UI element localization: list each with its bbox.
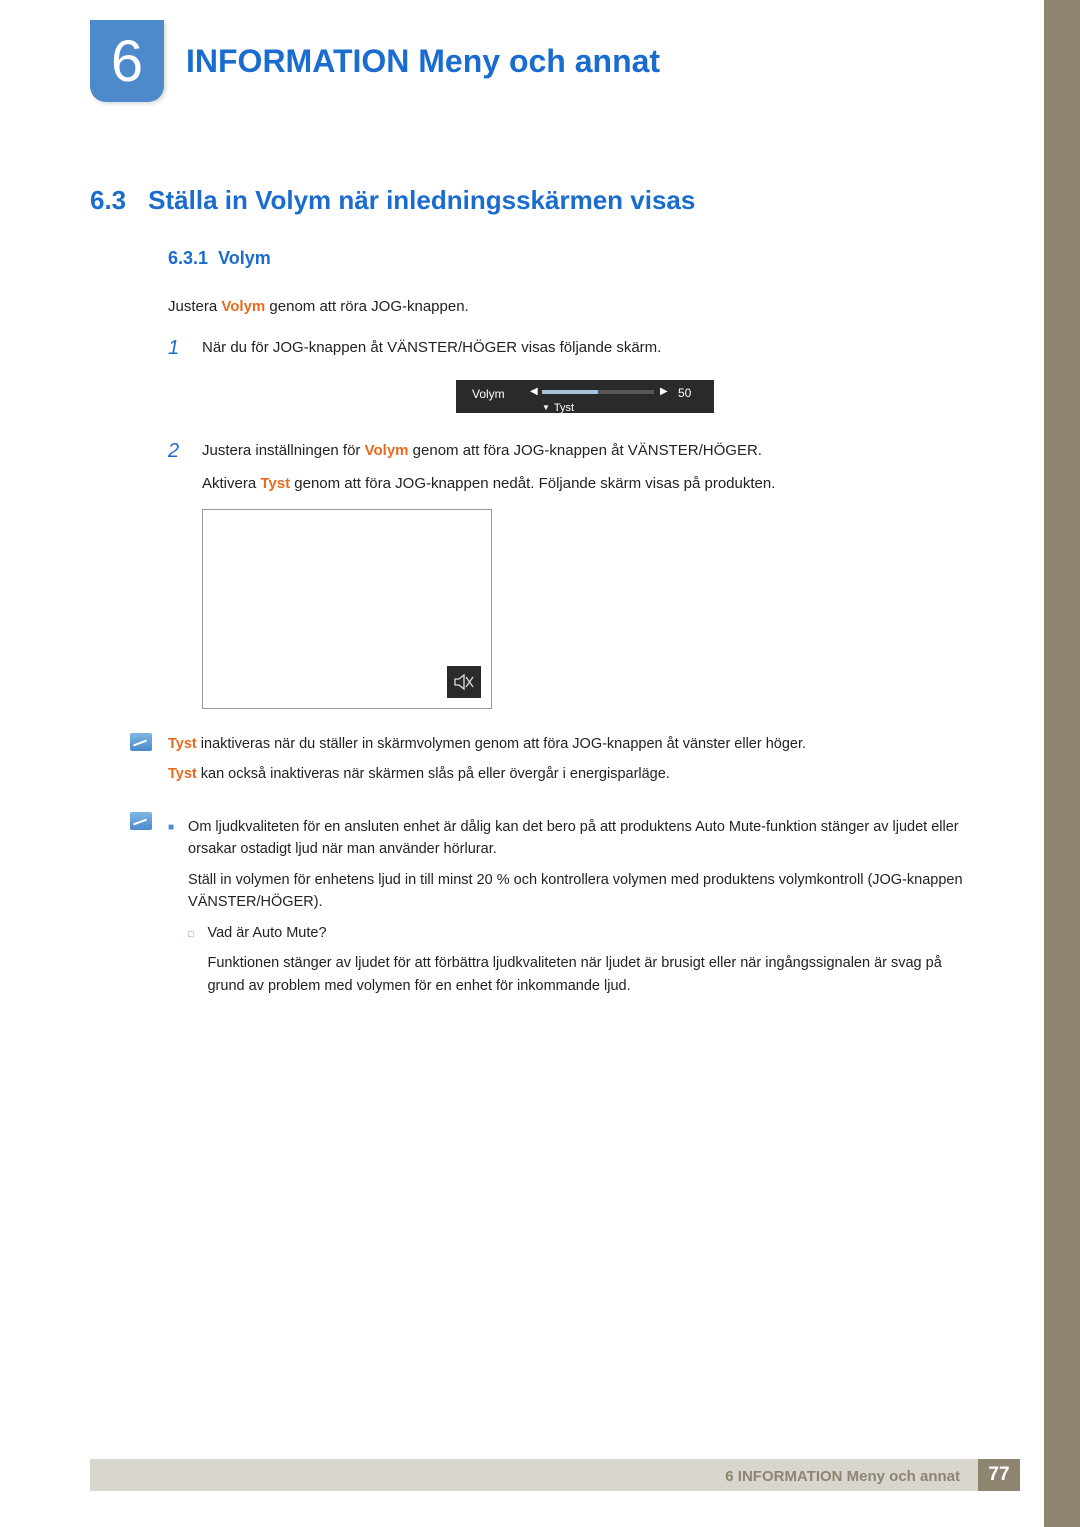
bullet-square-icon: ■ (168, 816, 174, 1005)
note-icon (130, 733, 152, 751)
note2-b1: Om ljudkvaliteten för en ansluten enhet … (188, 816, 968, 861)
step-body: Justera inställningen för Volym genom at… (202, 439, 968, 726)
mute-icon (447, 666, 481, 698)
bullet-item: ■ Om ljudkvaliteten för en ansluten enhe… (168, 816, 968, 1005)
content-body: Justera Volym genom att röra JOG-knappen… (168, 295, 968, 1005)
left-arrow-icon: ◀ (530, 384, 538, 400)
footer: 77 6 INFORMATION Meny och annat (90, 1459, 1020, 1491)
subsection-number: 6.3.1 (168, 248, 208, 268)
side-strip (1044, 0, 1080, 1527)
right-arrow-icon: ▶ (660, 384, 668, 400)
chapter-number-badge: 6 (90, 20, 164, 102)
step-2-line1: Justera inställningen för Volym genom at… (202, 439, 968, 462)
note1-line1: Tyst inaktiveras när du ställer in skärm… (168, 733, 968, 755)
section-number: 6.3 (90, 185, 126, 216)
step-1: 1 När du för JOG-knappen åt VÄNSTER/HÖGE… (168, 336, 968, 420)
step-number: 1 (168, 336, 186, 420)
step-number: 2 (168, 439, 186, 726)
note1-line2: Tyst kan också inaktiveras när skärmen s… (168, 763, 968, 785)
note-block-1: Tyst inaktiveras när du ställer in skärm… (130, 733, 968, 794)
note-block-2: ■ Om ljudkvaliteten för en ansluten enhe… (130, 812, 968, 1005)
step-2-line2: Aktivera Tyst genom att föra JOG-knappen… (202, 472, 968, 495)
section-title: Ställa in Volym när inledningsskärmen vi… (148, 185, 695, 216)
volume-track (542, 390, 654, 394)
section-heading: 6.3 Ställa in Volym när inledningsskärme… (90, 185, 695, 216)
volume-fill (542, 390, 598, 394)
note-body: Tyst inaktiveras när du ställer in skärm… (168, 733, 968, 794)
footer-page-number: 77 (978, 1459, 1020, 1491)
note2-b1b: Ställ in volymen för enhetens ljud in ti… (188, 869, 968, 914)
note2-sub-q: Vad är Auto Mute? (207, 922, 968, 944)
subsection-heading: 6.3.1 Volym (168, 248, 271, 269)
chapter-title: INFORMATION Meny och annat (186, 43, 660, 80)
chapter-header: 6 INFORMATION Meny och annat (90, 20, 660, 102)
screen-illustration (202, 509, 492, 709)
note-body: ■ Om ljudkvaliteten för en ansluten enhe… (168, 812, 968, 1005)
sub-bullet-icon: □ (188, 922, 193, 1005)
osd-label: Volym (472, 385, 505, 404)
step-body: När du för JOG-knappen åt VÄNSTER/HÖGER … (202, 336, 968, 420)
intro-line: Justera Volym genom att röra JOG-knappen… (168, 295, 968, 318)
sub-bullet: □ Vad är Auto Mute? Funktionen stänger a… (188, 922, 968, 1005)
step-1-text: När du för JOG-knappen åt VÄNSTER/HÖGER … (202, 336, 968, 359)
footer-label: 6 INFORMATION Meny och annat (715, 1468, 970, 1485)
down-arrow-icon: ▼ (542, 402, 550, 414)
volume-osd: Volym ◀ ▶ 50 ▼ Tyst (456, 380, 714, 413)
note-icon (130, 812, 152, 830)
osd-tyst-label: Tyst (554, 400, 574, 417)
subsection-title: Volym (218, 248, 271, 268)
note2-sub-a: Funktionen stänger av ljudet för att för… (207, 952, 968, 997)
osd-value: 50 (678, 384, 691, 403)
osd-tyst-row: ▼ Tyst (542, 400, 574, 417)
step-2: 2 Justera inställningen för Volym genom … (168, 439, 968, 726)
